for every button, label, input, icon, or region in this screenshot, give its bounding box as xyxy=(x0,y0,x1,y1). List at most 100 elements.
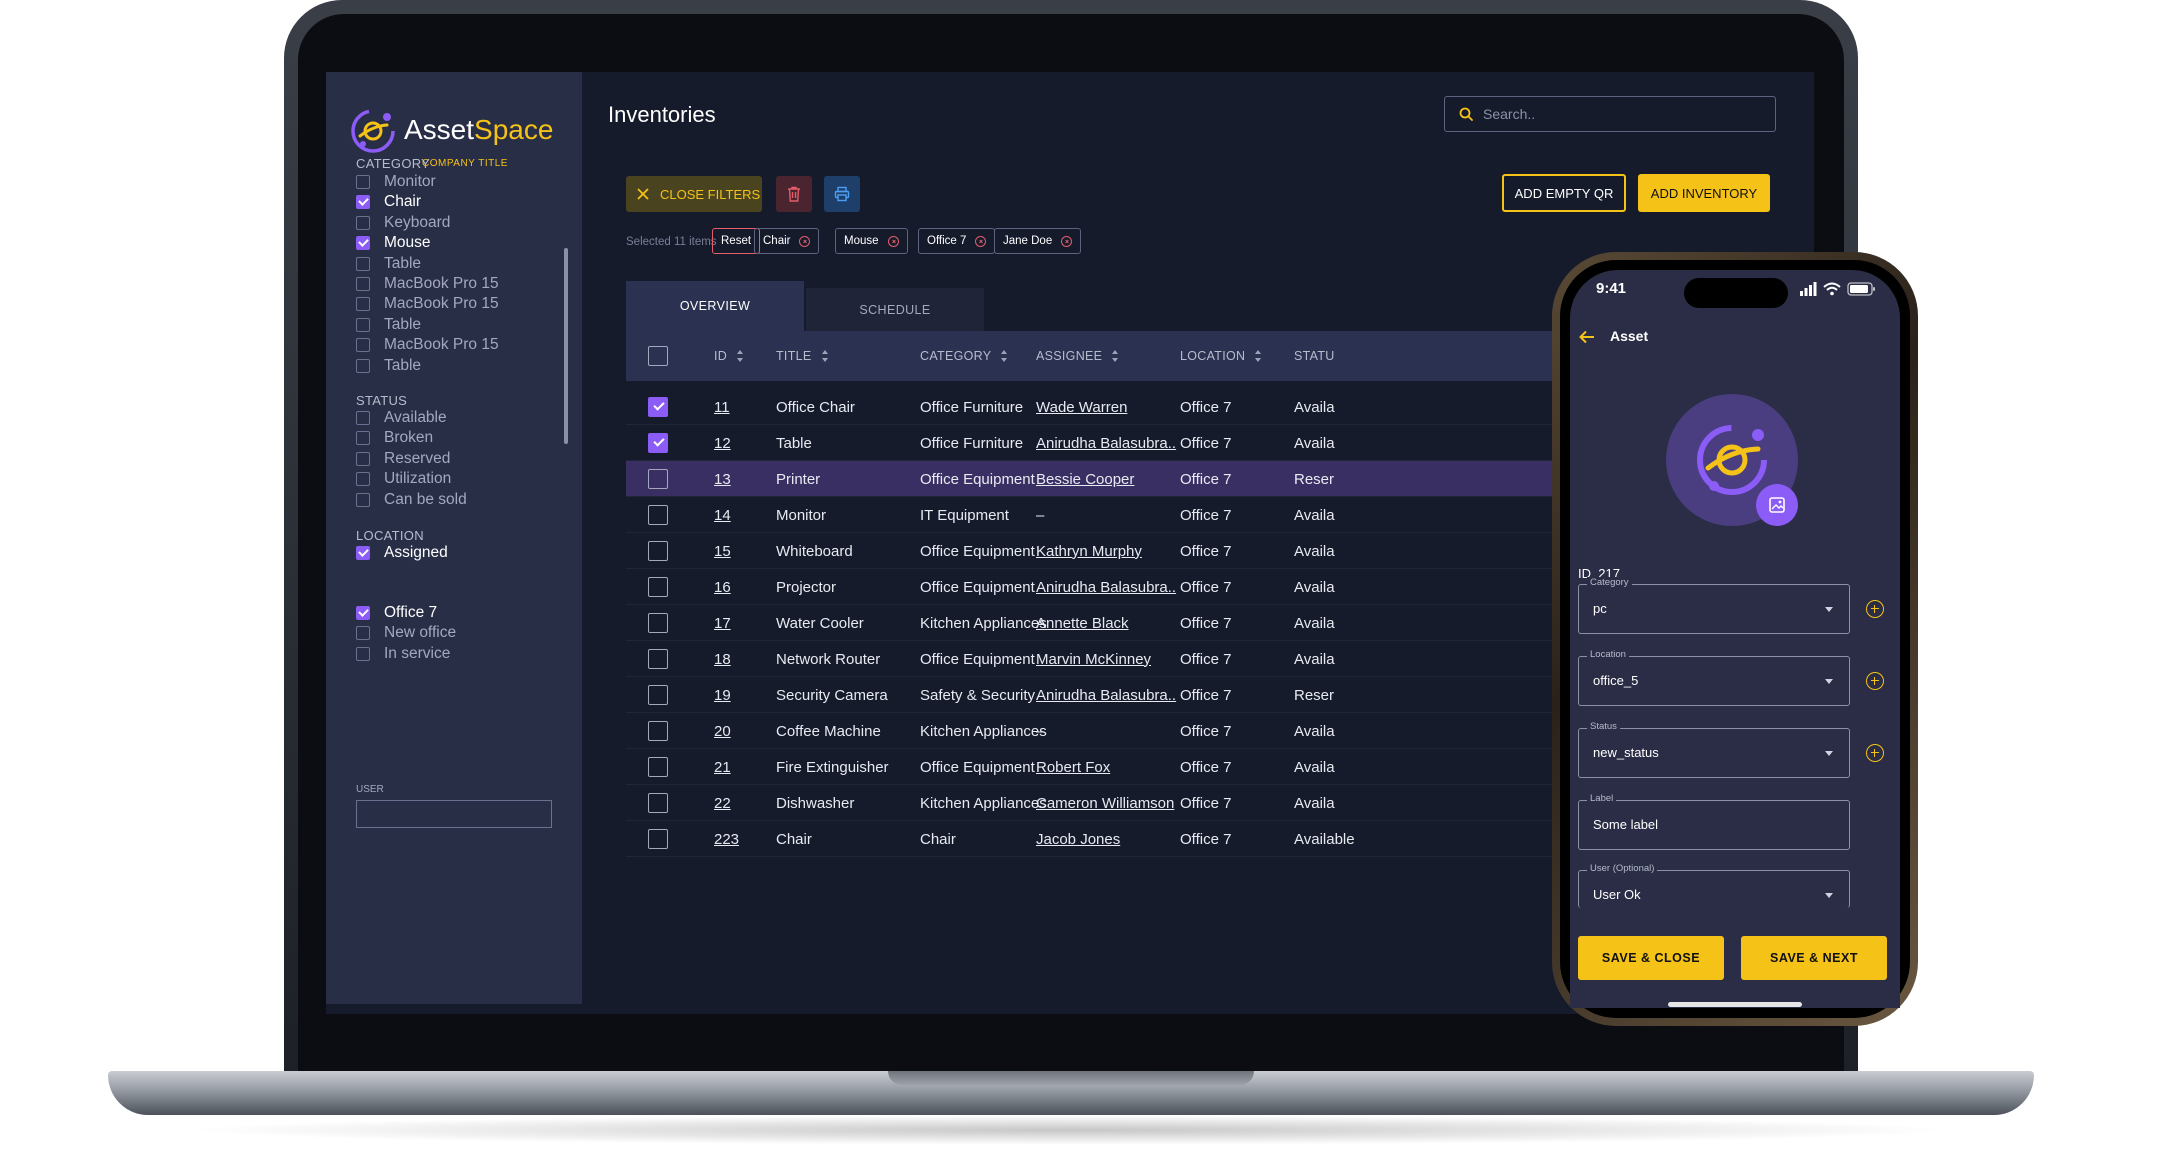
cell-assignee[interactable]: Annette Black xyxy=(1036,605,1129,641)
cell-assignee[interactable]: Cameron Williamson xyxy=(1036,785,1174,821)
add-option-icon[interactable] xyxy=(1866,672,1884,690)
save-next-button[interactable]: SAVE & NEXT xyxy=(1741,936,1887,980)
filter-checkbox[interactable] xyxy=(356,175,370,189)
reset-chip[interactable]: Reset xyxy=(712,228,761,254)
select-all-checkbox[interactable] xyxy=(648,346,668,366)
cell-assignee[interactable]: Jacob Jones xyxy=(1036,821,1120,857)
sidebar-filter-item[interactable]: Can be sold xyxy=(356,489,467,511)
sidebar-filter-item[interactable]: Table xyxy=(356,253,421,275)
sidebar-filter-item[interactable]: Assigned xyxy=(356,542,448,564)
row-checkbox[interactable] xyxy=(648,685,668,705)
filter-checkbox[interactable] xyxy=(356,358,370,373)
close-filters-button[interactable]: CLOSE FILTERS xyxy=(626,176,762,212)
filter-checkbox[interactable] xyxy=(356,411,370,425)
filter-checkbox[interactable] xyxy=(356,195,370,210)
filter-checkbox[interactable] xyxy=(356,256,370,271)
column-header-location[interactable]: LOCATION xyxy=(1180,331,1262,381)
save-close-button[interactable]: SAVE & CLOSE xyxy=(1578,936,1724,980)
sidebar-filter-item[interactable]: MacBook Pro 15 xyxy=(356,273,499,295)
cell-id[interactable]: 12 xyxy=(714,425,731,461)
cell-assignee[interactable]: Bessie Cooper xyxy=(1036,461,1134,497)
column-header-status[interactable]: STATU xyxy=(1294,331,1335,381)
row-checkbox[interactable] xyxy=(648,793,668,813)
back-arrow-icon[interactable] xyxy=(1578,328,1596,346)
row-checkbox[interactable] xyxy=(648,397,668,417)
cell-assignee[interactable]: Robert Fox xyxy=(1036,749,1110,785)
cell-assignee[interactable]: Kathryn Murphy xyxy=(1036,533,1142,569)
form-field-user-optional[interactable]: User (Optional) User Ok xyxy=(1578,863,1850,908)
column-header-title[interactable]: TITLE xyxy=(776,331,829,381)
cell-id[interactable]: 11 xyxy=(714,389,730,425)
filter-checkbox[interactable] xyxy=(356,546,370,560)
sidebar-scrollbar[interactable] xyxy=(564,248,568,444)
remove-chip-icon[interactable] xyxy=(799,235,811,247)
form-field-location[interactable]: Location office_5 xyxy=(1578,649,1850,706)
row-checkbox[interactable] xyxy=(648,541,668,561)
print-button[interactable] xyxy=(824,176,860,212)
sidebar-filter-item[interactable]: Monitor xyxy=(356,171,436,193)
row-checkbox[interactable] xyxy=(648,829,668,849)
filter-checkbox[interactable] xyxy=(356,236,370,251)
add-option-icon[interactable] xyxy=(1866,600,1884,618)
tab-schedule[interactable]: SCHEDULE xyxy=(806,288,984,331)
filter-checkbox[interactable] xyxy=(356,606,370,620)
form-field-category[interactable]: Category pc xyxy=(1578,577,1850,634)
sidebar-filter-item[interactable]: Table xyxy=(356,355,421,377)
cell-id[interactable]: 15 xyxy=(714,533,731,569)
sidebar-filter-item[interactable]: MacBook Pro 15 xyxy=(356,334,499,356)
filter-checkbox[interactable] xyxy=(356,215,370,230)
filter-checkbox[interactable] xyxy=(356,472,370,487)
cell-id[interactable]: 16 xyxy=(714,569,731,605)
sidebar-filter-item[interactable]: Utilization xyxy=(356,468,451,490)
add-option-icon[interactable] xyxy=(1866,744,1884,762)
remove-chip-icon[interactable] xyxy=(1061,235,1073,247)
row-checkbox[interactable] xyxy=(648,505,668,525)
cell-id[interactable]: 18 xyxy=(714,641,731,677)
cell-id[interactable]: 17 xyxy=(714,605,731,641)
filter-checkbox[interactable] xyxy=(356,451,370,466)
tab-overview[interactable]: OVERVIEW xyxy=(626,281,804,331)
cell-id[interactable]: 22 xyxy=(714,785,731,821)
filter-chip[interactable]: Office 7 xyxy=(918,228,996,254)
remove-chip-icon[interactable] xyxy=(887,235,899,247)
cell-id[interactable]: 20 xyxy=(714,713,731,749)
row-checkbox[interactable] xyxy=(648,649,668,669)
row-checkbox[interactable] xyxy=(648,469,668,489)
cell-assignee[interactable]: Marvin McKinney xyxy=(1036,641,1151,677)
edit-image-button[interactable] xyxy=(1756,484,1798,526)
form-field-status[interactable]: Status new_status xyxy=(1578,721,1850,778)
sidebar-filter-item[interactable]: New office xyxy=(356,622,456,644)
cell-id[interactable]: 21 xyxy=(714,749,731,785)
cell-id[interactable]: 13 xyxy=(714,461,731,497)
add-inventory-button[interactable]: ADD INVENTORY xyxy=(1638,174,1770,212)
filter-checkbox[interactable] xyxy=(356,431,370,446)
filter-chip[interactable]: Mouse xyxy=(835,228,908,254)
filter-checkbox[interactable] xyxy=(356,317,370,332)
filter-checkbox[interactable] xyxy=(356,492,370,507)
sidebar-filter-item[interactable]: In service xyxy=(356,643,450,665)
row-checkbox[interactable] xyxy=(648,721,668,741)
user-input[interactable] xyxy=(356,800,552,828)
filter-checkbox[interactable] xyxy=(356,277,370,291)
sidebar-filter-item[interactable]: Keyboard xyxy=(356,212,450,234)
cell-id[interactable]: 19 xyxy=(714,677,731,713)
filter-checkbox[interactable] xyxy=(356,646,370,661)
sidebar-filter-item[interactable]: Reserved xyxy=(356,448,450,470)
column-header-category[interactable]: CATEGORY xyxy=(920,331,1008,381)
sidebar-filter-item[interactable]: Table xyxy=(356,314,421,336)
form-field-label[interactable]: Label Some label xyxy=(1578,793,1850,850)
sidebar-filter-item[interactable]: Broken xyxy=(356,427,433,449)
sidebar-filter-item[interactable]: Office 7 xyxy=(356,602,437,624)
cell-id[interactable]: 14 xyxy=(714,497,731,533)
cell-assignee[interactable]: Anirudha Balasubra.. xyxy=(1036,569,1176,605)
cell-assignee[interactable]: Anirudha Balasubra.. xyxy=(1036,425,1176,461)
filter-checkbox[interactable] xyxy=(356,338,370,353)
row-checkbox[interactable] xyxy=(648,757,668,777)
cell-assignee[interactable]: Anirudha Balasubra.. xyxy=(1036,677,1176,713)
delete-button[interactable] xyxy=(776,176,812,212)
remove-chip-icon[interactable] xyxy=(975,235,987,247)
sidebar-filter-item[interactable]: Mouse xyxy=(356,232,431,254)
row-checkbox[interactable] xyxy=(648,577,668,597)
column-header-id[interactable]: ID xyxy=(714,331,744,381)
filter-chip[interactable]: Jane Doe xyxy=(994,228,1082,254)
